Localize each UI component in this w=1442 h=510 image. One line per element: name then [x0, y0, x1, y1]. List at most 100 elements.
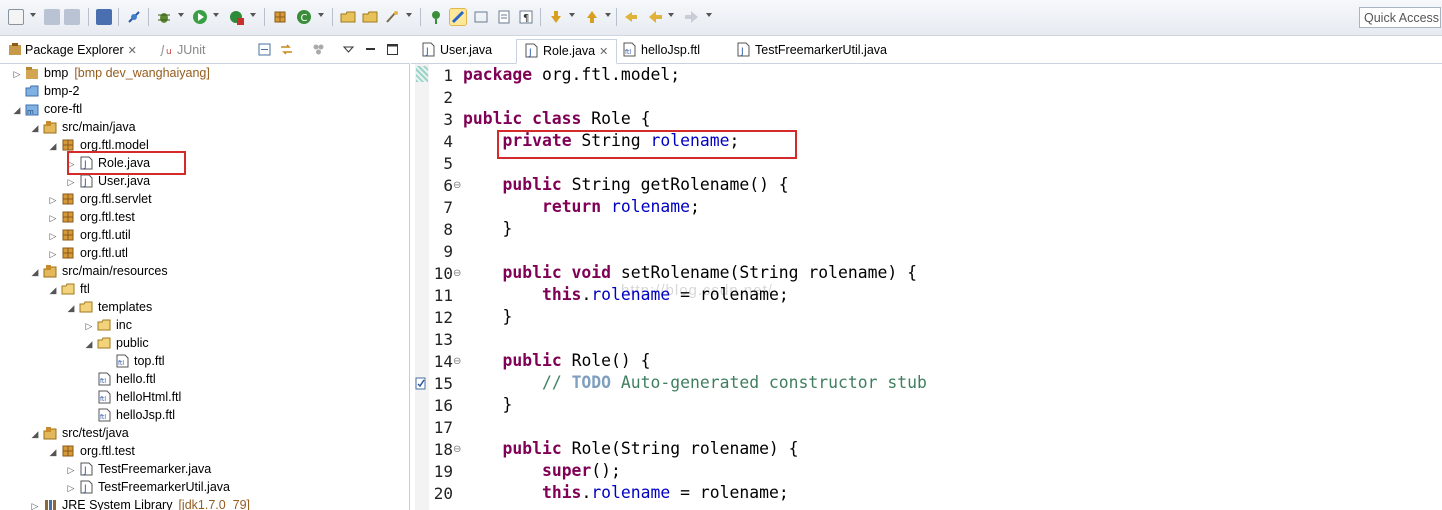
- editor-tab-hellojsp-ftl[interactable]: ftl helloJsp.ftl: [615, 39, 708, 64]
- expand-icon[interactable]: ▷: [12, 65, 22, 83]
- debug-icon[interactable]: [156, 9, 172, 25]
- toggle-mark-occurrences-icon[interactable]: [428, 9, 444, 25]
- collapse-all-icon[interactable]: [258, 43, 271, 56]
- editor-tab-role-java[interactable]: J Role.java ✕: [516, 39, 618, 64]
- collapse-icon[interactable]: ◢: [66, 299, 76, 317]
- collapse-icon[interactable]: ◢: [12, 101, 22, 119]
- new-java-class-icon[interactable]: C: [296, 9, 312, 25]
- expand-icon[interactable]: ▷: [66, 479, 76, 497]
- tab-package-explorer[interactable]: Package Explorer ✕: [8, 40, 137, 62]
- svg-text:ftl: ftl: [100, 414, 106, 421]
- open-type-icon[interactable]: [340, 9, 356, 25]
- editor-tab-user-java[interactable]: J User.java: [414, 39, 500, 64]
- collapse-icon[interactable]: ◢: [30, 425, 40, 443]
- collapse-icon[interactable]: ◢: [48, 281, 58, 299]
- expand-icon[interactable]: ▷: [48, 209, 58, 227]
- code-text: .: [581, 285, 592, 304]
- save-all-icon[interactable]: [64, 9, 80, 25]
- tree-item-testfreemarkerutil-java[interactable]: ▷ J TestFreemarkerUtil.java: [66, 478, 230, 496]
- run-dropdown-icon[interactable]: [213, 13, 219, 17]
- tree-item-org-ftl-test[interactable]: ▷ org.ftl.test: [48, 208, 135, 226]
- close-icon[interactable]: ✕: [128, 45, 137, 57]
- java-code-editor[interactable]: 1 2 3 4 5 6 7 8 9 10 11 12 13 14 15 16 1…: [411, 64, 1442, 510]
- tree-item-templates[interactable]: ◢ templates: [66, 298, 153, 317]
- terminal-icon[interactable]: [96, 9, 112, 25]
- external-tools-icon[interactable]: [228, 9, 244, 25]
- show-whitespace-icon[interactable]: [496, 9, 512, 25]
- tree-item-jre-system-library[interactable]: ▷ JRE System Library [jdk1.7.0_79]: [30, 496, 250, 510]
- tree-item-org-ftl-utl[interactable]: ▷ org.ftl.utl: [48, 244, 128, 262]
- paragraph-icon[interactable]: ¶: [518, 9, 534, 25]
- tree-item-org-ftl-servlet[interactable]: ▷ org.ftl.servlet: [48, 190, 152, 208]
- expand-icon[interactable]: ▷: [48, 227, 58, 245]
- next-annotation-dropdown-icon[interactable]: [569, 13, 575, 17]
- search-dropdown-icon[interactable]: [406, 13, 412, 17]
- external-tools-dropdown-icon[interactable]: [250, 13, 256, 17]
- fold-icon[interactable]: ⊖: [453, 268, 461, 279]
- last-edit-location-icon[interactable]: [623, 9, 639, 25]
- new-dropdown-icon[interactable]: [30, 13, 36, 17]
- tree-item-hello-ftl[interactable]: ftl hello.ftl: [84, 370, 156, 388]
- run-icon[interactable]: [192, 9, 208, 25]
- link-with-editor-icon[interactable]: [280, 43, 293, 56]
- back-icon[interactable]: [647, 9, 663, 25]
- tree-item-testfreemarker-java[interactable]: ▷ J TestFreemarker.java: [66, 460, 212, 479]
- tree-item-src-main-java[interactable]: ◢ src/main/java: [30, 118, 136, 136]
- expand-icon[interactable]: ▷: [66, 461, 76, 479]
- view-menu-icon[interactable]: [342, 43, 355, 56]
- new-java-package-icon[interactable]: [272, 9, 288, 25]
- next-annotation-icon[interactable]: [548, 9, 564, 25]
- tree-item-org-ftl-util[interactable]: ▷ org.ftl.util: [48, 226, 131, 244]
- keyword: return: [541, 197, 602, 216]
- new-class-dropdown-icon[interactable]: [318, 13, 324, 17]
- previous-annotation-dropdown-icon[interactable]: [605, 13, 611, 17]
- close-icon[interactable]: ✕: [599, 46, 608, 58]
- collapse-icon[interactable]: ◢: [48, 137, 58, 155]
- collapse-icon[interactable]: ◢: [48, 443, 58, 461]
- tree-item-org-ftl-test-2[interactable]: ◢ org.ftl.test: [48, 442, 135, 460]
- skip-breakpoints-icon[interactable]: [126, 9, 142, 25]
- minimize-icon[interactable]: [364, 43, 377, 56]
- fold-icon[interactable]: ⊖: [453, 444, 461, 455]
- expand-icon[interactable]: ▷: [30, 497, 40, 510]
- expand-icon[interactable]: ▷: [48, 191, 58, 209]
- search-tool-icon[interactable]: [384, 9, 400, 25]
- block-selection-icon[interactable]: [473, 9, 489, 25]
- tab-junit[interactable]: Ju JUnit: [159, 40, 205, 62]
- tree-item-hellojsp-ftl[interactable]: ftl helloJsp.ftl: [84, 406, 175, 424]
- maximize-icon[interactable]: [386, 43, 399, 56]
- save-icon[interactable]: [44, 9, 60, 25]
- toggle-highlight-icon[interactable]: [449, 8, 467, 26]
- tree-item-bmp[interactable]: ▷ bmp [bmp dev_wanghaiyang]: [12, 64, 210, 82]
- fold-icon[interactable]: ⊖: [453, 180, 461, 191]
- tree-item-src-test-java[interactable]: ◢ src/test/java: [30, 424, 129, 442]
- open-resource-icon[interactable]: [362, 9, 378, 25]
- tree-item-top-ftl[interactable]: ftl top.ftl: [102, 352, 165, 370]
- tree-item-ftl[interactable]: ◢ ftl: [48, 280, 90, 298]
- previous-annotation-icon[interactable]: [584, 9, 600, 25]
- source-folder-icon: [43, 120, 58, 134]
- expand-icon[interactable]: ▷: [66, 173, 76, 191]
- back-dropdown-icon[interactable]: [668, 13, 674, 17]
- tree-item-hellohtml-ftl[interactable]: ftl helloHtml.ftl: [84, 388, 181, 406]
- tree-item-core-ftl[interactable]: ◢ m core-ftl: [12, 100, 83, 119]
- collapse-icon[interactable]: ◢: [84, 335, 94, 353]
- focus-icon[interactable]: [312, 43, 325, 56]
- quick-access-input[interactable]: Quick Access: [1359, 7, 1441, 28]
- forward-icon[interactable]: [684, 9, 700, 25]
- editor-tab-testfreemarkerutil-java[interactable]: J TestFreemarkerUtil.java: [729, 39, 895, 64]
- new-icon[interactable]: [8, 9, 24, 25]
- folder-icon: [79, 300, 94, 314]
- fold-icon[interactable]: ⊖: [453, 356, 461, 367]
- forward-dropdown-icon[interactable]: [706, 13, 712, 17]
- tree-item-public[interactable]: ◢ public: [84, 334, 149, 352]
- tree-item-inc[interactable]: ▷ inc: [84, 316, 132, 334]
- tree-item-src-main-resources[interactable]: ◢ src/main/resources: [30, 262, 168, 280]
- collapse-icon[interactable]: ◢: [30, 263, 40, 281]
- expand-icon[interactable]: ▷: [48, 245, 58, 263]
- expand-icon[interactable]: ▷: [84, 317, 94, 335]
- tree-item-bmp-2[interactable]: bmp-2: [12, 82, 79, 100]
- collapse-icon[interactable]: ◢: [30, 119, 40, 137]
- highlight-box: [497, 130, 797, 159]
- debug-dropdown-icon[interactable]: [178, 13, 184, 17]
